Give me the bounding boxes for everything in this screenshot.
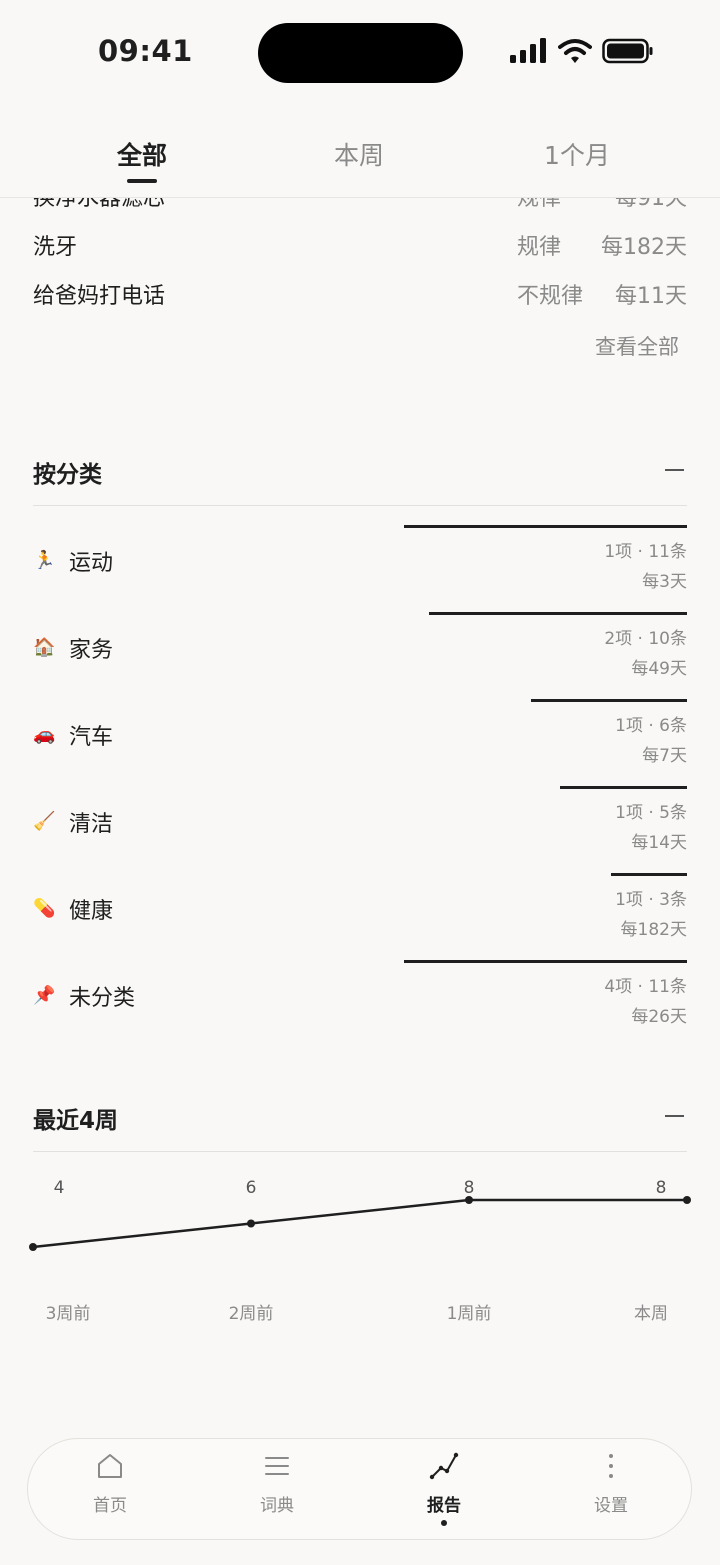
wifi-icon: [558, 39, 592, 63]
section-divider: [33, 1151, 687, 1152]
collapse-icon[interactable]: [665, 469, 684, 471]
chart-icon: [429, 1452, 459, 1480]
category-frequency: 每182天: [620, 920, 687, 940]
status-bar: 09:41: [0, 0, 720, 100]
battery-icon: [602, 38, 653, 64]
nav-dictionary-label: 词典: [260, 1496, 294, 1516]
habit-row[interactable]: 洗牙 规律 每182天: [33, 229, 687, 269]
category-count: 1项 · 5条: [615, 803, 687, 823]
category-car-icon: 🚗: [33, 724, 56, 745]
more-icon: [609, 1454, 613, 1478]
category-row[interactable]: 🚗 汽车 1项 · 6条 每7天: [33, 699, 687, 786]
collapse-icon[interactable]: [665, 1115, 684, 1117]
trend-x-label: 2周前: [229, 1304, 274, 1324]
category-row[interactable]: 🏠 家务 2项 · 10条 每49天: [33, 612, 687, 699]
nav-report-label: 报告: [427, 1496, 461, 1516]
habit-regularity: 不规律: [517, 284, 584, 309]
nav-settings[interactable]: 设置: [551, 1451, 671, 1531]
view-all-link[interactable]: 查看全部: [595, 331, 679, 361]
category-count: 2项 · 10条: [604, 629, 687, 649]
trend-point: [29, 1243, 37, 1251]
section-divider: [33, 505, 687, 506]
category-row[interactable]: 📌 未分类 4项 · 11条 每26天: [33, 960, 687, 1047]
tab-one-month[interactable]: 1个月: [497, 136, 657, 172]
status-time: 09:41: [98, 34, 193, 68]
category-label: 家务: [69, 638, 114, 663]
trend-x-label: 3周前: [46, 1304, 91, 1324]
category-house-icon: 🏠: [33, 637, 56, 658]
category-count: 4项 · 11条: [604, 977, 687, 997]
category-count: 1项 · 11条: [604, 542, 687, 562]
trend-value-label: 4: [54, 1178, 65, 1198]
habit-regularity: 规律: [517, 198, 562, 211]
trend-x-label: 1周前: [447, 1304, 492, 1324]
category-share-bar: [404, 960, 687, 963]
trend-line: [32, 1198, 687, 1249]
category-broom-icon: 🧹: [33, 811, 56, 832]
category-frequency: 每26天: [631, 1007, 687, 1027]
habit-frequency: 每91天: [615, 198, 687, 211]
trend-point: [683, 1196, 691, 1204]
trend-value-label: 8: [656, 1178, 667, 1198]
category-count: 1项 · 3条: [615, 890, 687, 910]
category-share-bar: [560, 786, 687, 789]
trend-value-label: 8: [464, 1178, 475, 1198]
category-row[interactable]: 💊 健康 1项 · 3条 每182天: [33, 873, 687, 960]
category-section-title: 按分类: [33, 462, 102, 488]
category-label: 运动: [69, 551, 114, 576]
nav-home-label: 首页: [93, 1496, 127, 1516]
category-pin-icon: 📌: [33, 985, 56, 1006]
habit-row[interactable]: 换净水器滤芯 规律 每91天: [33, 198, 687, 220]
tab-this-week[interactable]: 本周: [279, 136, 439, 172]
category-label: 汽车: [69, 725, 114, 750]
habit-row[interactable]: 给爸妈打电话 不规律 每11天: [33, 278, 687, 318]
weekly-trend-chart: 4 3周前 6 2周前 8 1周前 8 本周: [29, 1178, 691, 1324]
nav-report[interactable]: 报告: [384, 1451, 504, 1531]
report-content[interactable]: 换净水器滤芯 规律 每91天 洗牙 规律 每182天 给爸妈打电话 不规律 每1…: [0, 198, 720, 1438]
habit-name: 给爸妈打电话: [33, 284, 166, 309]
habit-name: 洗牙: [33, 235, 78, 260]
list-icon: [265, 1457, 289, 1475]
category-share-bar: [404, 525, 687, 528]
category-frequency: 每14天: [631, 833, 687, 853]
category-row[interactable]: 🏃 运动 1项 · 11条 每3天: [33, 525, 687, 612]
trend-value-label: 6: [246, 1178, 257, 1198]
nav-settings-label: 设置: [594, 1496, 628, 1516]
category-frequency: 每49天: [631, 659, 687, 679]
nav-dictionary[interactable]: 词典: [217, 1451, 337, 1531]
nav-home[interactable]: 首页: [50, 1451, 170, 1531]
category-frequency: 每7天: [642, 746, 687, 766]
category-runner-icon: 🏃: [33, 550, 56, 571]
habit-regularity: 规律: [517, 235, 562, 260]
active-tab-indicator: [127, 179, 157, 183]
bottom-nav: 首页 词典 报告 设置: [27, 1438, 692, 1540]
signal-icon: [510, 38, 546, 63]
category-label: 清洁: [69, 812, 114, 837]
habit-frequency: 每182天: [601, 235, 687, 260]
trend-x-label: 本周: [634, 1304, 668, 1324]
home-icon: [98, 1454, 122, 1478]
category-frequency: 每3天: [642, 572, 687, 592]
category-row[interactable]: 🧹 清洁 1项 · 5条 每14天: [33, 786, 687, 873]
category-share-bar: [531, 699, 687, 702]
trend-point: [247, 1219, 255, 1228]
category-pill-icon: 💊: [33, 898, 56, 919]
category-label: 健康: [69, 899, 114, 924]
period-tabs: 全部 本周 1个月: [0, 100, 720, 198]
dynamic-island: [258, 23, 463, 83]
category-count: 1项 · 6条: [615, 716, 687, 736]
tab-all[interactable]: 全部: [62, 136, 222, 172]
category-share-bar: [429, 612, 687, 615]
habit-frequency: 每11天: [615, 284, 687, 309]
category-share-bar: [611, 873, 687, 876]
habit-name: 换净水器滤芯: [33, 198, 166, 211]
active-nav-indicator: [441, 1520, 447, 1526]
recent-section-title: 最近4周: [33, 1108, 119, 1134]
category-label: 未分类: [69, 986, 136, 1011]
